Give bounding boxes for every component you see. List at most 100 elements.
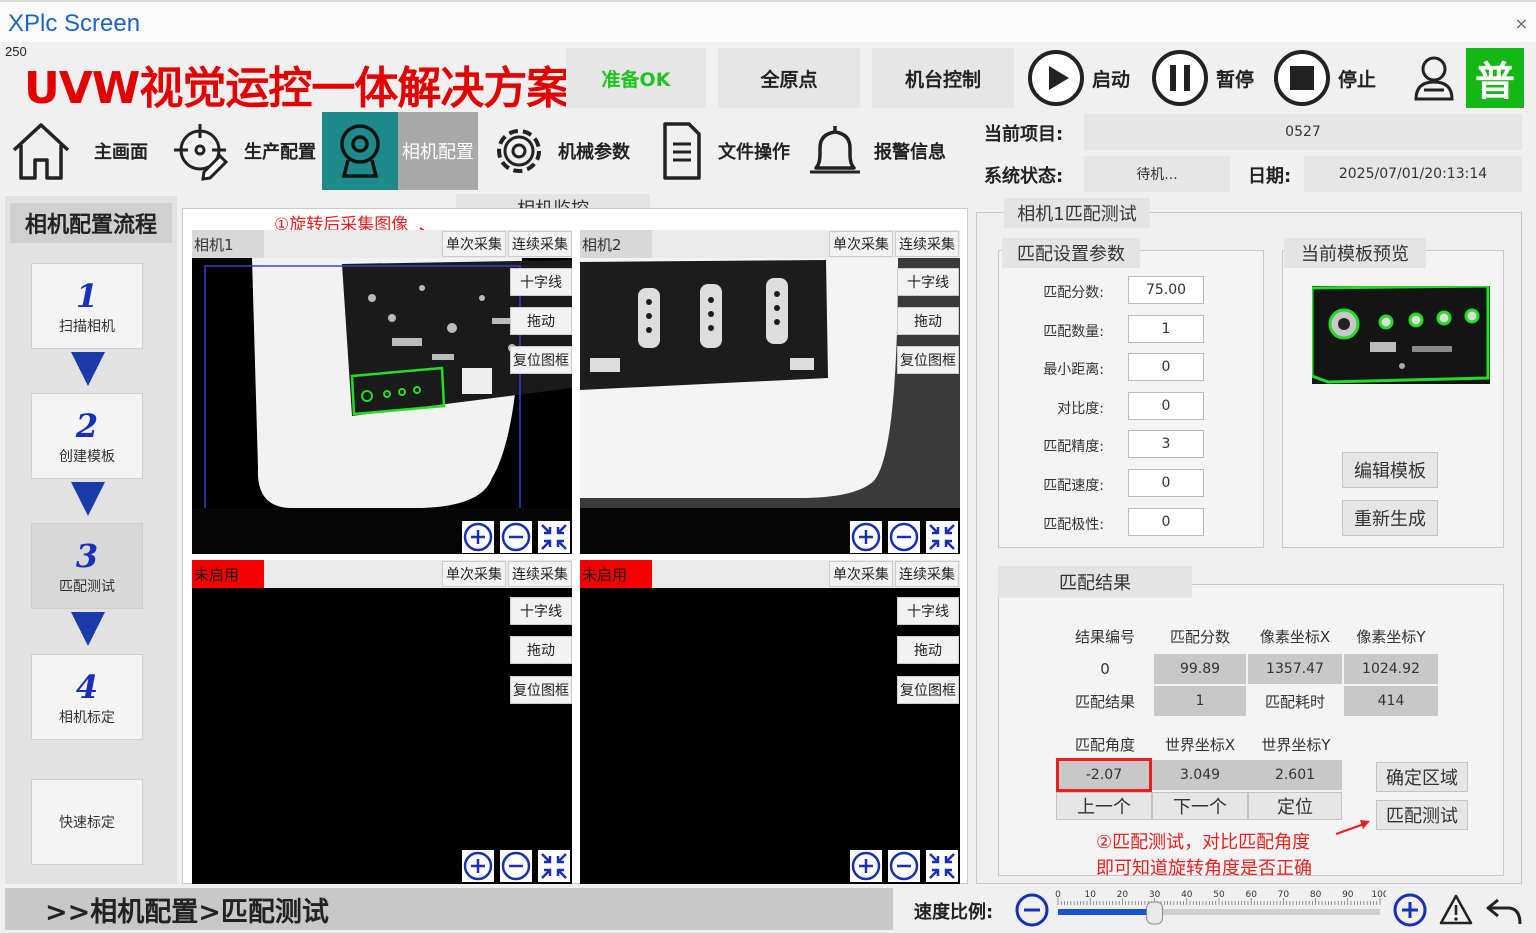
nav-file[interactable]: 文件操作 bbox=[644, 112, 790, 190]
speed-slider[interactable]: 0 10 20 30 40 50 60 70 80 90 100 bbox=[1052, 888, 1386, 928]
camera4-fit-icon[interactable] bbox=[926, 850, 958, 882]
stop-button[interactable]: 停止 bbox=[1274, 48, 1376, 108]
nav-home[interactable]: 主画面 bbox=[6, 112, 148, 190]
speed-slider-thumb[interactable] bbox=[1146, 901, 1164, 925]
match-test-title: 相机1匹配测试 bbox=[1004, 198, 1150, 228]
camera3-reset-frame-button[interactable]: 复位图框 bbox=[510, 676, 572, 704]
param-value-field[interactable]: 0 bbox=[1128, 353, 1204, 382]
down-arrow-icon bbox=[71, 352, 105, 386]
ready-ok-button[interactable]: 准备OK bbox=[566, 48, 706, 108]
camera3-drag-button[interactable]: 拖动 bbox=[510, 636, 572, 664]
camera4-zoom-in-icon[interactable] bbox=[850, 850, 882, 882]
camera1-zoom-out-icon[interactable] bbox=[500, 521, 532, 553]
down-arrow-icon bbox=[71, 612, 105, 646]
confirm-area-button[interactable]: 确定区域 bbox=[1376, 762, 1468, 792]
camera3-single-capture-button[interactable]: 单次采集 bbox=[442, 561, 506, 587]
camera4-crosshair-button[interactable]: 十字线 bbox=[897, 597, 959, 625]
camera1-single-capture-button[interactable]: 单次采集 bbox=[442, 231, 506, 257]
match-angle-value: -2.07 bbox=[1056, 758, 1152, 792]
param-label: 对比度: bbox=[1057, 400, 1104, 417]
pause-button[interactable]: 暂停 bbox=[1152, 48, 1254, 108]
step-match-test[interactable]: 3 匹配测试 bbox=[31, 523, 143, 609]
home-all-button[interactable]: 全原点 bbox=[718, 48, 860, 108]
edit-template-button[interactable]: 编辑模板 bbox=[1342, 452, 1438, 488]
previous-button[interactable]: 上一个 bbox=[1056, 792, 1152, 820]
quick-calibration-button[interactable]: 快速标定 bbox=[31, 779, 143, 865]
camera3-view[interactable] bbox=[192, 588, 572, 884]
speed-decrease-icon[interactable] bbox=[1014, 892, 1050, 928]
camera1-name: 相机1 bbox=[192, 230, 264, 258]
header-world-y: 世界坐标Y bbox=[1261, 735, 1331, 754]
camera1-continuous-capture-button[interactable]: 连续采集 bbox=[508, 231, 572, 257]
bell-icon bbox=[800, 116, 870, 186]
camera4-continuous-capture-button[interactable]: 连续采集 bbox=[895, 561, 959, 587]
start-button[interactable]: 启动 bbox=[1028, 48, 1130, 108]
back-arrow-icon[interactable] bbox=[1484, 892, 1524, 928]
nav-alarm[interactable]: 报警信息 bbox=[800, 112, 946, 190]
pause-icon bbox=[1152, 50, 1208, 106]
locate-button[interactable]: 定位 bbox=[1248, 792, 1342, 820]
nav-production[interactable]: 生产配置 bbox=[166, 112, 316, 190]
camera1-view[interactable] bbox=[192, 258, 572, 554]
param-value-field[interactable]: 75.00 bbox=[1128, 276, 1204, 304]
step-scan-camera[interactable]: 1 扫描相机 bbox=[31, 263, 143, 349]
param-value-field[interactable]: 1 bbox=[1128, 314, 1204, 343]
param-value-field[interactable]: 0 bbox=[1128, 391, 1204, 420]
home-icon bbox=[6, 116, 76, 186]
camera2-continuous-capture-button[interactable]: 连续采集 bbox=[895, 231, 959, 257]
camera2-crosshair-button[interactable]: 十字线 bbox=[897, 268, 959, 296]
header-pixel-x: 像素坐标X bbox=[1259, 627, 1331, 646]
nav-camera[interactable]: 相机配置 bbox=[322, 112, 478, 190]
start-label: 启动 bbox=[1092, 68, 1131, 91]
status-value: 待机... bbox=[1084, 156, 1230, 192]
param-value-field[interactable]: 0 bbox=[1128, 469, 1204, 497]
header-result-id: 结果编号 bbox=[1074, 627, 1135, 646]
next-button[interactable]: 下一个 bbox=[1152, 792, 1248, 820]
camera2-view[interactable] bbox=[580, 258, 960, 554]
camera3-crosshair-button[interactable]: 十字线 bbox=[510, 597, 572, 625]
nav-file-label: 文件操作 bbox=[718, 142, 790, 163]
camera2-reset-frame-button[interactable]: 复位图框 bbox=[897, 346, 959, 374]
camera2-fit-icon[interactable] bbox=[926, 521, 958, 553]
step-number: 3 bbox=[75, 537, 99, 575]
machine-control-button[interactable]: 机台控制 bbox=[872, 48, 1014, 108]
camera3-zoom-in-icon[interactable] bbox=[462, 850, 494, 882]
camera4-view[interactable] bbox=[580, 588, 960, 884]
document-icon bbox=[644, 116, 714, 186]
param-label: 匹配速度: bbox=[1043, 478, 1104, 494]
camera2-zoom-out-icon[interactable] bbox=[888, 521, 920, 553]
camera4-reset-frame-button[interactable]: 复位图框 bbox=[897, 676, 959, 704]
camera1-crosshair-button[interactable]: 十字线 bbox=[510, 268, 572, 296]
nav-mechanical-label: 机械参数 bbox=[558, 142, 630, 163]
match-result-title: 匹配结果 bbox=[998, 566, 1192, 598]
camera-config-flow-panel: 相机配置流程 1 扫描相机 2 创建模板 3 匹配测试 4 相机标定 快速标定 bbox=[5, 196, 177, 884]
camera1-reset-frame-button[interactable]: 复位图框 bbox=[510, 346, 572, 374]
camera2-single-capture-button[interactable]: 单次采集 bbox=[829, 231, 893, 257]
camera1-zoom-in-icon[interactable] bbox=[462, 521, 494, 553]
close-icon[interactable]: × bbox=[1515, 14, 1528, 33]
camera4-zoom-out-icon[interactable] bbox=[888, 850, 920, 882]
param-value-field[interactable]: 3 bbox=[1128, 430, 1204, 459]
match-params-title: 匹配设置参数 bbox=[1002, 238, 1140, 268]
camera2-drag-button[interactable]: 拖动 bbox=[897, 307, 959, 335]
nav-mechanical[interactable]: 机械参数 bbox=[484, 112, 630, 190]
camera1-fit-icon[interactable] bbox=[538, 521, 570, 553]
step-create-template[interactable]: 2 创建模板 bbox=[31, 393, 143, 479]
camera3-fit-icon[interactable] bbox=[538, 850, 570, 882]
step-camera-calibration[interactable]: 4 相机标定 bbox=[31, 654, 143, 740]
match-result-label: 匹配结果 bbox=[1074, 692, 1135, 711]
camera1-drag-button[interactable]: 拖动 bbox=[510, 307, 572, 335]
camera4-drag-button[interactable]: 拖动 bbox=[897, 636, 959, 664]
regenerate-template-button[interactable]: 重新生成 bbox=[1342, 500, 1438, 536]
match-test-button[interactable]: 匹配测试 bbox=[1376, 800, 1468, 830]
camera3-zoom-out-icon[interactable] bbox=[500, 850, 532, 882]
param-value-field[interactable]: 0 bbox=[1128, 507, 1204, 536]
user-icon[interactable] bbox=[1410, 54, 1460, 104]
camera2-zoom-in-icon[interactable] bbox=[850, 521, 882, 553]
camera3-continuous-capture-button[interactable]: 连续采集 bbox=[508, 561, 572, 587]
warning-icon[interactable] bbox=[1438, 892, 1474, 928]
header-match-score: 匹配分数 bbox=[1169, 627, 1230, 646]
brand-title: UVW视觉运控一体解决方案 bbox=[24, 63, 570, 114]
camera4-single-capture-button[interactable]: 单次采集 bbox=[829, 561, 893, 587]
speed-increase-icon[interactable] bbox=[1392, 892, 1428, 928]
